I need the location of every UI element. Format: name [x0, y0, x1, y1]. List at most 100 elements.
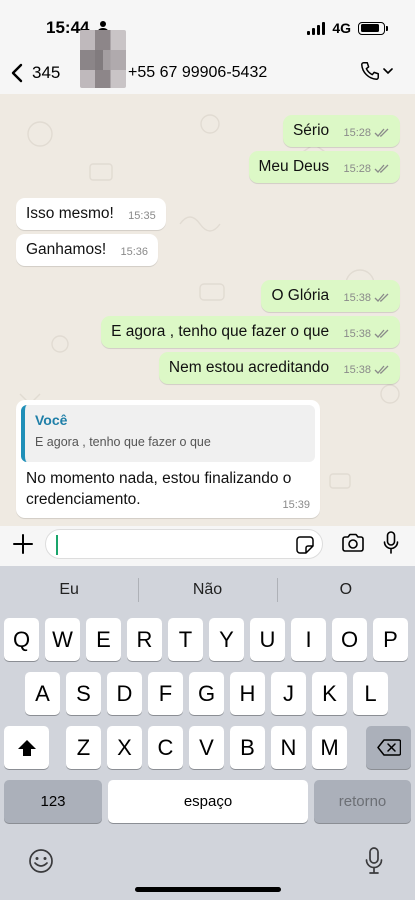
- message-bubble[interactable]: E agora , tenho que fazer o que 15:38: [101, 316, 400, 348]
- home-indicator[interactable]: [135, 887, 281, 892]
- battery-icon: [358, 21, 388, 35]
- key-t[interactable]: T: [168, 618, 203, 661]
- key-u[interactable]: U: [250, 618, 285, 661]
- shift-key[interactable]: [4, 726, 49, 769]
- read-ticks-icon: [374, 164, 389, 173]
- key-l[interactable]: L: [353, 672, 388, 715]
- message-text: Isso mesmo!: [26, 205, 114, 222]
- reply-text: No momento nada, estou finalizando o cre…: [21, 462, 315, 510]
- message-meta: 15:38: [343, 328, 390, 340]
- key-v[interactable]: V: [189, 726, 224, 769]
- quote-author: Você: [35, 412, 68, 428]
- message-text: Meu Deus: [258, 158, 330, 175]
- dictation-mic-icon[interactable]: [365, 847, 383, 875]
- shift-arrow-icon: [17, 739, 36, 756]
- network-label: 4G: [332, 20, 351, 36]
- message-meta: 15:35: [128, 210, 156, 222]
- suggestion[interactable]: Eu: [0, 566, 138, 612]
- camera-icon[interactable]: [341, 533, 365, 553]
- key-o[interactable]: O: [332, 618, 367, 661]
- contact-name[interactable]: +55 67 99906-5432: [128, 64, 267, 82]
- message-meta: 15:38: [343, 292, 390, 304]
- key-s[interactable]: S: [66, 672, 101, 715]
- key-i[interactable]: I: [291, 618, 326, 661]
- sticker-icon[interactable]: [296, 536, 314, 554]
- read-ticks-icon: [374, 365, 389, 374]
- return-key[interactable]: retorno: [314, 780, 411, 823]
- read-ticks-icon: [374, 128, 389, 137]
- suggestion[interactable]: Não: [138, 566, 276, 612]
- message-time: 15:35: [128, 210, 156, 222]
- quote-text: E agora , tenho que fazer o que: [35, 435, 211, 449]
- status-bar: 15:44 4G: [0, 0, 415, 54]
- message-text: O Glória: [271, 287, 330, 304]
- message-bubble[interactable]: Meu Deus 15:28: [248, 151, 400, 183]
- chevron-down-icon: [383, 68, 393, 75]
- reply-message-bubble[interactable]: Você E agora , tenho que fazer o que No …: [16, 400, 320, 518]
- suggestion[interactable]: O: [276, 566, 415, 612]
- message-time: 15:39: [282, 499, 310, 511]
- message-text: E agora , tenho que fazer o que: [111, 323, 330, 340]
- signal-icon: [307, 21, 326, 35]
- chat-header: 345 +55 67 99906-5432: [0, 30, 415, 94]
- read-ticks-icon: [374, 329, 389, 338]
- text-caret: [56, 535, 58, 555]
- space-key[interactable]: espaço: [108, 780, 308, 823]
- key-h[interactable]: H: [230, 672, 265, 715]
- key-b[interactable]: B: [230, 726, 265, 769]
- key-c[interactable]: C: [148, 726, 183, 769]
- reply-text-line: credenciamento.: [26, 491, 141, 508]
- key-j[interactable]: J: [271, 672, 306, 715]
- microphone-icon[interactable]: [383, 531, 399, 555]
- message-text: Sério: [292, 122, 330, 139]
- key-m[interactable]: M: [312, 726, 347, 769]
- key-r[interactable]: R: [127, 618, 162, 661]
- key-g[interactable]: G: [189, 672, 224, 715]
- backspace-icon: [376, 739, 401, 756]
- back-button[interactable]: 345: [10, 58, 60, 88]
- message-time: 15:28: [343, 127, 371, 139]
- message-meta: 15:28: [343, 163, 390, 175]
- avatar[interactable]: [80, 30, 126, 88]
- key-x[interactable]: X: [107, 726, 142, 769]
- message-input[interactable]: [45, 529, 323, 559]
- message-meta: 15:36: [120, 246, 148, 258]
- message-bubble[interactable]: Ganhamos! 15:36: [16, 234, 158, 266]
- numbers-key[interactable]: 123: [4, 780, 102, 823]
- keyboard: Eu Não O Q W E R T Y U I O P A S D F G H…: [0, 566, 415, 900]
- message-bubble[interactable]: Isso mesmo! 15:35: [16, 198, 166, 230]
- suggestion-bar: Eu Não O: [0, 566, 415, 612]
- key-d[interactable]: D: [107, 672, 142, 715]
- emoji-icon[interactable]: [28, 848, 54, 874]
- message-meta: 15:38: [343, 364, 390, 376]
- message-text: Ganhamos!: [26, 241, 107, 258]
- backspace-key[interactable]: [366, 726, 411, 769]
- message-time: 15:28: [343, 163, 371, 175]
- message-time: 15:36: [120, 246, 148, 258]
- key-f[interactable]: F: [148, 672, 183, 715]
- chevron-left-icon: [11, 63, 23, 83]
- message-meta: 15:28: [343, 127, 390, 139]
- message-bubble[interactable]: Nem estou acreditando 15:38: [158, 352, 400, 384]
- key-p[interactable]: P: [373, 618, 408, 661]
- reply-text-line: No momento nada, estou finalizando o: [26, 470, 292, 487]
- call-button[interactable]: [359, 60, 393, 82]
- message-bubble[interactable]: Sério 15:28: [282, 115, 400, 147]
- key-a[interactable]: A: [25, 672, 60, 715]
- key-y[interactable]: Y: [209, 618, 244, 661]
- key-w[interactable]: W: [45, 618, 80, 661]
- key-k[interactable]: K: [312, 672, 347, 715]
- key-q[interactable]: Q: [4, 618, 39, 661]
- message-bubble[interactable]: O Glória 15:38: [261, 280, 400, 312]
- unread-count: 345: [32, 63, 61, 82]
- key-z[interactable]: Z: [66, 726, 101, 769]
- plus-icon[interactable]: [12, 533, 34, 555]
- read-ticks-icon: [374, 293, 389, 302]
- key-n[interactable]: N: [271, 726, 306, 769]
- phone-icon: [361, 62, 379, 80]
- message-time: 15:38: [343, 364, 371, 376]
- chat-area[interactable]: Sério 15:28 Meu Deus 15:28 Isso mesmo! 1…: [0, 94, 415, 526]
- quoted-message[interactable]: Você E agora , tenho que fazer o que: [21, 405, 315, 462]
- key-e[interactable]: E: [86, 618, 121, 661]
- input-bar: [0, 526, 415, 566]
